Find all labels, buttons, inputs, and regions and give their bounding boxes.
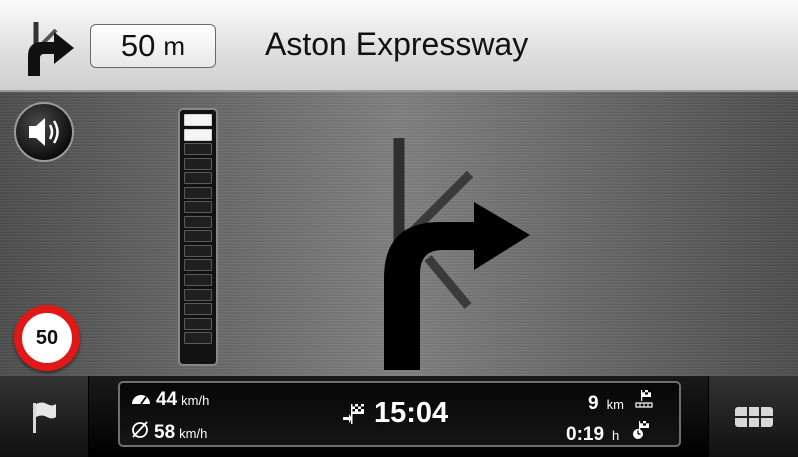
flag-icon	[33, 402, 56, 433]
remaining-distance-icon	[635, 390, 653, 408]
meter-segment	[184, 230, 212, 243]
navigation-screen: 50 m Aston Expressway 50 44 km/h 58 km/h…	[0, 0, 798, 457]
average-symbol-icon	[132, 421, 148, 438]
meter-segment	[184, 128, 212, 141]
speaker-icon[interactable]	[12, 100, 76, 164]
remaining-distance-value: 9	[588, 393, 599, 414]
current-speed-unit: km/h	[181, 393, 210, 408]
instruction-bar[interactable]: 50 m Aston Expressway	[0, 0, 798, 92]
speedometer-icon	[132, 395, 150, 405]
meter-segment	[184, 288, 212, 301]
meter-segment	[184, 274, 212, 287]
remaining-time-value: 0:19	[566, 424, 605, 445]
speed-limit-sign: 50	[14, 305, 80, 371]
meter-segment	[184, 244, 212, 257]
menu-grid-icon	[735, 406, 773, 427]
status-bar: 44 km/h 58 km/h 15:04 9 km 0:19 h	[0, 376, 798, 457]
arrival-time-icon	[343, 403, 364, 424]
meter-segment	[184, 332, 212, 345]
average-speed-unit: km/h	[179, 426, 208, 441]
arrival-time: 15:04	[342, 397, 448, 430]
current-speed-value: 44	[156, 389, 178, 410]
remaining-time: 0:19 h	[566, 420, 651, 446]
meter-segment	[184, 317, 212, 330]
distance-value: 50	[120, 28, 156, 63]
remaining-distance: 9 km	[588, 389, 654, 415]
meter-segment	[184, 215, 212, 228]
meter-segment	[184, 201, 212, 214]
remaining-time-unit: h	[612, 428, 620, 443]
meter-segment	[184, 157, 212, 170]
meter-segment	[184, 114, 212, 126]
turn-right-arrow-icon	[384, 138, 530, 370]
meter-segment	[184, 186, 212, 199]
meter-segment	[184, 143, 212, 156]
remaining-distance-unit: km	[606, 397, 624, 412]
current-speed: 44 km/h	[130, 389, 209, 411]
destination-flag-button[interactable]	[0, 376, 89, 457]
distance-meter	[178, 108, 218, 366]
trip-info-panel[interactable]: 44 km/h 58 km/h 15:04 9 km 0:19 h	[118, 381, 681, 447]
turn-right-arrow-icon	[28, 22, 74, 76]
meter-segment	[184, 303, 212, 316]
meter-segment	[184, 172, 212, 185]
average-speed-value: 58	[154, 422, 176, 443]
meter-segment	[184, 259, 212, 272]
speed-limit-value: 50	[35, 326, 59, 349]
distance-to-turn: 50 m	[90, 24, 216, 68]
menu-button[interactable]	[708, 376, 798, 457]
street-name: Aston Expressway	[265, 26, 529, 62]
arrival-time-value: 15:04	[374, 397, 449, 429]
distance-unit: m	[163, 30, 186, 61]
remaining-time-icon	[633, 421, 650, 439]
average-speed: 58 km/h	[130, 420, 207, 444]
